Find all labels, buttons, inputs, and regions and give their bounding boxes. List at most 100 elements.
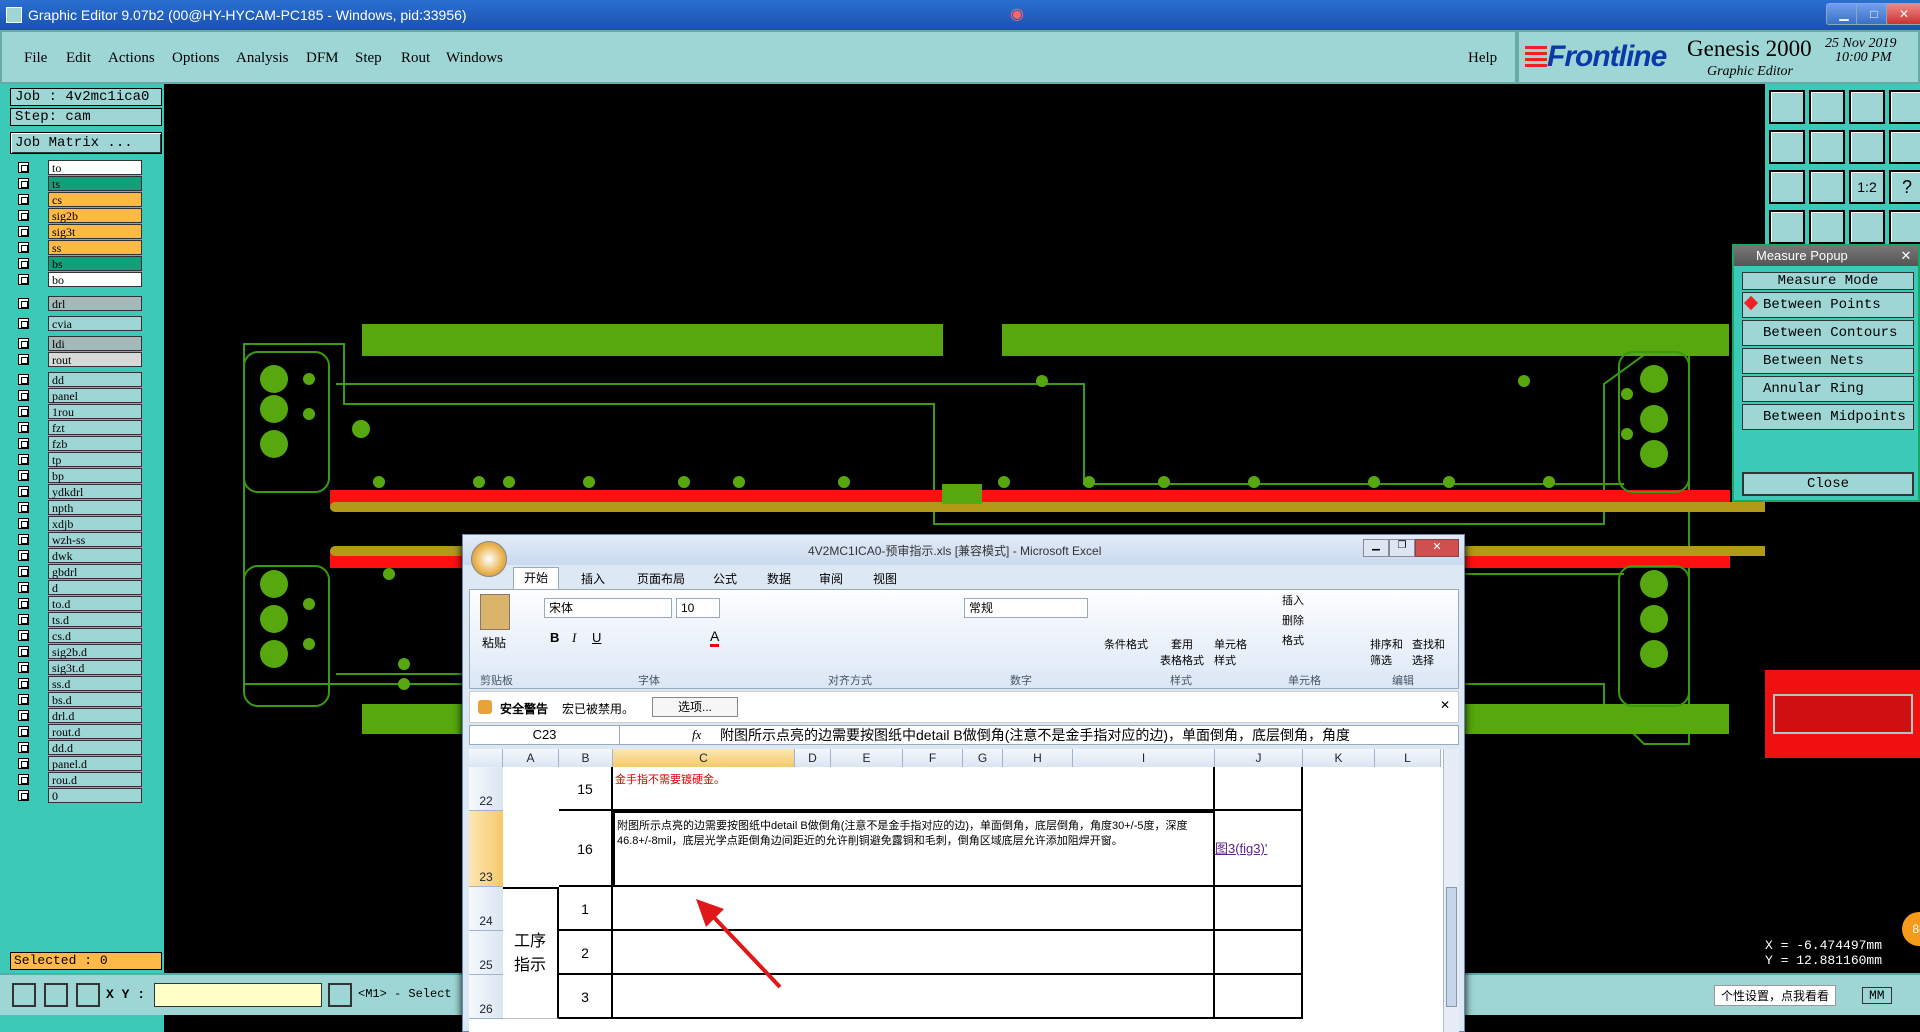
column-header[interactable]: H bbox=[1003, 749, 1073, 767]
excel-restore-button[interactable]: ❐ bbox=[1389, 539, 1415, 557]
scale-icon[interactable]: 1:2 bbox=[1849, 170, 1885, 204]
excel-close-button[interactable]: ✕ bbox=[1415, 539, 1459, 557]
pan-right-icon[interactable] bbox=[1809, 130, 1845, 164]
tab-view[interactable]: 视图 bbox=[873, 570, 897, 587]
layer-row[interactable]: ss.d bbox=[10, 676, 142, 691]
row-header[interactable]: 25 bbox=[469, 931, 503, 975]
pan-left-icon[interactable] bbox=[1769, 130, 1805, 164]
font-name-select[interactable]: 宋体 bbox=[544, 598, 672, 618]
layer-checkbox[interactable] bbox=[18, 630, 29, 641]
highlight-net-icon[interactable] bbox=[1849, 210, 1885, 244]
paste-label[interactable]: 粘贴 bbox=[482, 634, 506, 651]
layer-row[interactable]: fzb bbox=[10, 436, 142, 451]
office-button-icon[interactable] bbox=[471, 541, 507, 577]
layer-checkbox[interactable] bbox=[18, 438, 29, 449]
layer-row[interactable]: ts bbox=[10, 176, 142, 191]
layer-row[interactable]: ldi bbox=[10, 336, 142, 351]
table-format-button[interactable]: 套用 表格格式 bbox=[1160, 636, 1204, 668]
cell-figure-link[interactable] bbox=[1215, 975, 1303, 1019]
cursor-tool-icon[interactable] bbox=[328, 983, 352, 1007]
layer-name[interactable]: fzb bbox=[48, 436, 142, 451]
column-header[interactable]: F bbox=[903, 749, 963, 767]
layer-checkbox[interactable] bbox=[18, 598, 29, 609]
cell-instruction[interactable]: 金手指不需要镀硬金。 bbox=[613, 767, 1215, 811]
layer-row[interactable]: d bbox=[10, 580, 142, 595]
layer-row[interactable]: gbdrl bbox=[10, 564, 142, 579]
layer-row[interactable]: rou.d bbox=[10, 772, 142, 787]
number-format-select[interactable]: 常规 bbox=[964, 598, 1088, 618]
option-between-points[interactable]: Between Points bbox=[1742, 292, 1914, 318]
layer-name[interactable]: dd.d bbox=[48, 740, 142, 755]
layer-checkbox[interactable] bbox=[18, 162, 29, 173]
layer-checkbox[interactable] bbox=[18, 298, 29, 309]
layer-name[interactable]: panel bbox=[48, 388, 142, 403]
layer-row[interactable]: to.d bbox=[10, 596, 142, 611]
flip-icon[interactable] bbox=[1849, 130, 1885, 164]
job-matrix-button[interactable]: Job Matrix ... bbox=[10, 132, 162, 154]
layer-checkbox[interactable] bbox=[18, 318, 29, 329]
bold-button[interactable]: B bbox=[550, 630, 559, 645]
layer-name[interactable]: ss.d bbox=[48, 676, 142, 691]
name-box[interactable]: C23 bbox=[470, 726, 620, 744]
layer-name[interactable]: panel.d bbox=[48, 756, 142, 771]
menu-edit[interactable]: Edit bbox=[66, 50, 91, 67]
layer-checkbox[interactable] bbox=[18, 210, 29, 221]
layer-row[interactable]: wzh-ss bbox=[10, 532, 142, 547]
layer-name[interactable]: sig3t.d bbox=[48, 660, 142, 675]
layer-row[interactable]: drl.d bbox=[10, 708, 142, 723]
layer-row[interactable]: sig2b bbox=[10, 208, 142, 223]
layer-row[interactable]: drl bbox=[10, 296, 142, 311]
cell-figure-link[interactable] bbox=[1215, 931, 1303, 975]
cell-instruction[interactable]: 附图所示点亮的边需要按图纸中detail B做倒角(注意不是金手指对应的边)，单… bbox=[613, 811, 1215, 887]
layer-checkbox[interactable] bbox=[18, 486, 29, 497]
layer-row[interactable]: npth bbox=[10, 500, 142, 515]
option-between-contours[interactable]: Between Contours bbox=[1742, 320, 1914, 346]
close-window-button[interactable]: ✕ bbox=[1886, 3, 1920, 25]
drc-icon[interactable] bbox=[1889, 210, 1920, 244]
layer-row[interactable]: ts.d bbox=[10, 612, 142, 627]
menu-actions[interactable]: Actions bbox=[108, 50, 155, 67]
layer-checkbox[interactable] bbox=[18, 454, 29, 465]
layer-checkbox[interactable] bbox=[18, 422, 29, 433]
vertical-scrollbar[interactable] bbox=[1443, 749, 1459, 1032]
security-options-button[interactable]: 选项... bbox=[652, 697, 738, 717]
layer-name[interactable]: dwk bbox=[48, 548, 142, 563]
layer-row[interactable]: 0 bbox=[10, 788, 142, 803]
tab-formulas[interactable]: 公式 bbox=[713, 570, 737, 587]
layer-row[interactable]: bp bbox=[10, 468, 142, 483]
layer-row[interactable]: panel.d bbox=[10, 756, 142, 771]
center-icon[interactable] bbox=[1809, 170, 1845, 204]
layer-checkbox[interactable] bbox=[18, 274, 29, 285]
measure-popup-titlebar[interactable]: Measure Popup ✕ bbox=[1734, 246, 1918, 266]
layer-name[interactable]: rout.d bbox=[48, 724, 142, 739]
menu-windows[interactable]: Windows bbox=[446, 50, 503, 67]
layer-name[interactable]: wzh-ss bbox=[48, 532, 142, 547]
layer-name[interactable]: to.d bbox=[48, 596, 142, 611]
insert-cells-button[interactable]: 插入 bbox=[1282, 592, 1304, 608]
help-icon[interactable]: ? bbox=[1889, 170, 1920, 204]
column-header[interactable]: J bbox=[1215, 749, 1303, 767]
layer-checkbox[interactable] bbox=[18, 694, 29, 705]
excel-titlebar[interactable]: 4V2MC1ICA0-预审指示.xls [兼容模式] - Microsoft E… bbox=[463, 535, 1464, 577]
column-header[interactable]: G bbox=[963, 749, 1003, 767]
layer-checkbox[interactable] bbox=[18, 774, 29, 785]
menu-options[interactable]: Options bbox=[172, 50, 220, 67]
find-select-button[interactable]: 查找和 选择 bbox=[1412, 636, 1445, 668]
fx-icon[interactable]: fx bbox=[692, 727, 701, 743]
cell-seq[interactable]: 3 bbox=[559, 975, 613, 1019]
xy-input[interactable] bbox=[154, 983, 322, 1007]
conditional-format-button[interactable]: 条件格式 bbox=[1104, 636, 1148, 652]
layer-checkbox[interactable] bbox=[18, 566, 29, 577]
layer-row[interactable]: fzt bbox=[10, 420, 142, 435]
layer-checkbox[interactable] bbox=[18, 242, 29, 253]
scroll-thumb[interactable] bbox=[1446, 887, 1457, 1007]
zoom-out-icon[interactable] bbox=[1849, 90, 1885, 124]
layer-checkbox[interactable] bbox=[18, 354, 29, 365]
net-icon[interactable] bbox=[1809, 210, 1845, 244]
merged-process-cell[interactable]: 工序 指示 bbox=[503, 887, 559, 1019]
column-header[interactable]: C bbox=[613, 749, 795, 767]
layer-row[interactable]: to bbox=[10, 160, 142, 175]
cell-figure-link[interactable]: 图3(fig3)' bbox=[1215, 811, 1303, 887]
layer-row[interactable]: cvia bbox=[10, 316, 142, 331]
layer-checkbox[interactable] bbox=[18, 178, 29, 189]
